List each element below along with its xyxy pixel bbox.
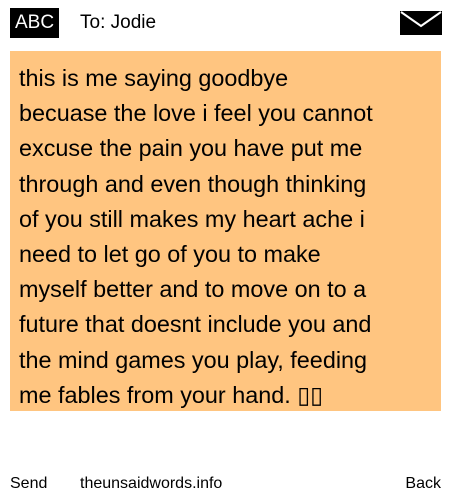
message-text: this is me saying goodbye becuase the lo… — [19, 65, 373, 408]
envelope-icon — [400, 11, 442, 35]
send-button[interactable]: Send — [10, 472, 47, 496]
softkey-bar: Send theunsaidwords.info Back — [0, 472, 450, 496]
back-button[interactable]: Back — [405, 472, 441, 496]
input-mode-badge[interactable]: ABC — [10, 8, 60, 38]
phone-screen: ABC To: Jodie this is me saying goodbye … — [0, 0, 450, 500]
recipient-label: To: Jodie — [80, 12, 157, 33]
compose-header: ABC To: Jodie — [0, 0, 450, 46]
site-label: theunsaidwords.info — [80, 475, 223, 492]
message-body-field[interactable]: this is me saying goodbye becuase the lo… — [10, 51, 441, 411]
